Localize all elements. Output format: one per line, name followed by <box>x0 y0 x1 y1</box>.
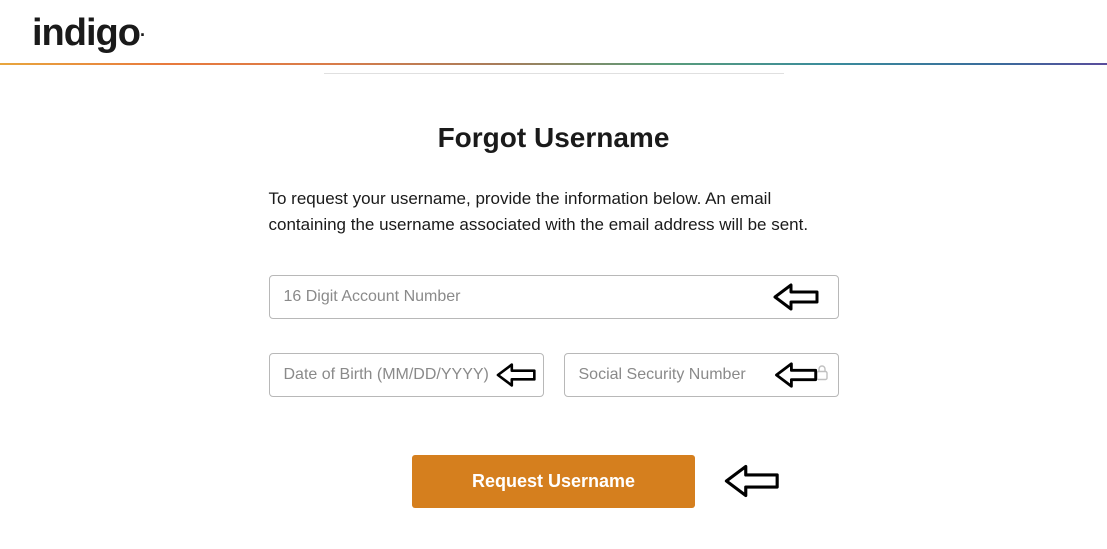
page-title: Forgot Username <box>269 122 839 154</box>
dob-input[interactable] <box>269 353 544 397</box>
dob-field-wrap <box>269 353 544 397</box>
instruction-text: To request your username, provide the in… <box>269 186 839 239</box>
account-number-row <box>269 275 839 319</box>
request-username-button[interactable]: Request Username <box>412 455 695 508</box>
subtle-divider <box>324 73 784 74</box>
annotation-arrow-icon <box>724 462 782 500</box>
header: indigo. <box>0 0 1107 63</box>
dob-ssn-row <box>269 353 839 397</box>
ssn-field-wrap <box>564 353 839 397</box>
brand-logo: indigo. <box>32 12 140 55</box>
account-number-input[interactable] <box>269 275 839 319</box>
brand-name: indigo <box>32 12 140 54</box>
header-divider <box>0 63 1107 65</box>
submit-row: Request Username <box>269 455 839 508</box>
ssn-input[interactable] <box>564 353 839 397</box>
brand-dot-icon: . <box>140 20 144 41</box>
main-content: Forgot Username To request your username… <box>269 73 839 508</box>
